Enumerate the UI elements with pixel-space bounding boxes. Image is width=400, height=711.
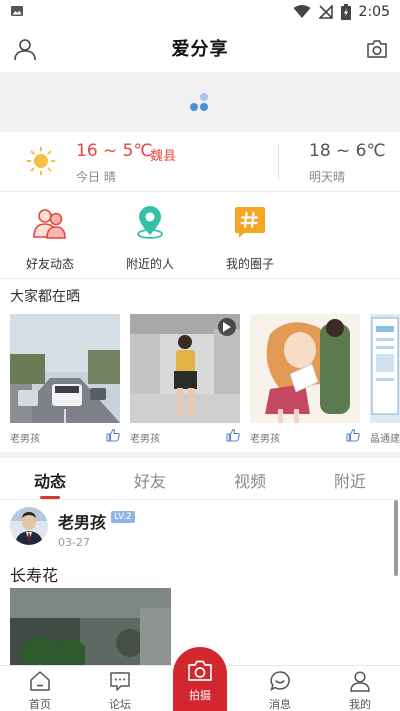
camera-button[interactable] <box>364 36 390 62</box>
sun-icon <box>26 146 56 176</box>
share-card[interactable]: 老男孩 <box>250 314 360 445</box>
message-icon <box>270 671 290 692</box>
page-title: 爱分享 <box>171 39 229 60</box>
today-temperature: 16 ~ 5℃ <box>76 141 153 161</box>
wifi-icon <box>293 5 311 19</box>
nav-label: 消息 <box>269 698 291 711</box>
nav-label: 我的 <box>349 698 371 711</box>
share-author: 老男孩 <box>250 434 280 445</box>
camera-icon <box>188 660 212 681</box>
post-image[interactable] <box>10 588 171 665</box>
thumbs-up-icon[interactable] <box>346 428 360 442</box>
friends-icon <box>33 209 66 239</box>
share-author: 老男孩 <box>130 434 160 445</box>
clock-time: 2:05 <box>358 4 390 20</box>
post-author[interactable]: 老男孩 <box>58 509 106 533</box>
image-icon <box>10 3 24 22</box>
quick-nav-label: 附近的人 <box>125 257 174 271</box>
banner-loading <box>0 72 400 132</box>
share-author: 老男孩 <box>10 434 40 445</box>
today-weather-desc: 今日 晴 <box>76 170 116 184</box>
nav-profile[interactable]: 我的 <box>320 670 400 711</box>
app-screen: 2:05 爱分享 16 ~ 5℃ 魏县 今日 晴 18 ~ 6℃ 明天晴 好友动… <box>0 0 400 711</box>
profile-icon <box>350 671 370 692</box>
share-thumbnail <box>130 314 240 423</box>
battery-charging-icon <box>340 4 351 20</box>
city-name[interactable]: 魏县 <box>150 145 176 164</box>
share-section: 大家都在晒 老男孩 老男孩 老男孩 晶通建 <box>0 280 400 452</box>
share-card[interactable]: 晶通建 <box>370 314 400 445</box>
location-pin-icon <box>137 206 163 239</box>
nav-label: 拍摄 <box>189 689 211 702</box>
app-header: 爱分享 <box>0 24 400 72</box>
quick-nav-my-circles[interactable]: 我的圈子 <box>205 205 295 272</box>
post-title: 长寿花 <box>10 566 59 585</box>
user-button[interactable] <box>12 36 38 62</box>
scrollbar[interactable] <box>394 500 398 576</box>
share-card[interactable]: 老男孩 <box>130 314 240 445</box>
tab-videos[interactable]: 视频 <box>200 468 300 492</box>
thumbs-up-icon[interactable] <box>226 428 240 442</box>
weather-panel: 16 ~ 5℃ 魏县 今日 晴 18 ~ 6℃ 明天晴 <box>0 132 400 192</box>
tomorrow-weather-desc: 明天晴 <box>309 170 346 184</box>
status-bar: 2:05 <box>0 0 400 24</box>
play-icon[interactable] <box>218 318 236 336</box>
tomorrow-temperature: 18 ~ 6℃ <box>309 141 386 161</box>
share-thumbnail <box>10 314 120 423</box>
user-icon <box>14 39 36 61</box>
nav-home[interactable]: 首页 <box>0 670 80 711</box>
tab-nearby[interactable]: 附近 <box>300 468 400 492</box>
loading-spinner <box>188 90 212 114</box>
home-icon <box>30 671 50 691</box>
feed-tabs: 动态 好友 视频 附近 <box>0 458 400 500</box>
thumbs-up-icon[interactable] <box>106 428 120 442</box>
avatar[interactable] <box>10 507 48 545</box>
weather-divider <box>278 144 279 180</box>
level-badge: LV.2 <box>111 511 135 523</box>
quick-nav-nearby-people[interactable]: 附近的人 <box>105 205 195 272</box>
quick-nav-label: 我的圈子 <box>225 257 274 271</box>
nav-label: 论坛 <box>109 698 131 711</box>
feed-post[interactable]: 老男孩 LV.2 03-27 长寿花 <box>0 500 392 665</box>
capture-button[interactable]: 拍摄 <box>173 647 227 711</box>
nav-forum[interactable]: 论坛 <box>80 670 160 711</box>
quick-nav: 好友动态 附近的人 我的圈子 <box>0 193 400 279</box>
camera-icon <box>367 40 387 58</box>
quick-nav-friends-feed[interactable]: 好友动态 <box>5 205 95 272</box>
section-title: 大家都在晒 <box>10 289 80 305</box>
hashtag-icon <box>235 207 265 238</box>
quick-nav-label: 好友动态 <box>25 257 74 271</box>
nav-messages[interactable]: 消息 <box>240 670 320 711</box>
active-tab-indicator <box>40 496 60 499</box>
share-author: 晶通建 <box>370 434 400 445</box>
nav-label: 首页 <box>29 698 51 711</box>
share-thumbnail <box>370 314 400 423</box>
no-sim-icon <box>318 5 333 19</box>
share-card[interactable]: 老男孩 <box>10 314 120 445</box>
tab-friends[interactable]: 好友 <box>100 468 200 492</box>
post-date: 03-27 <box>58 536 90 549</box>
tab-dynamics[interactable]: 动态 <box>0 468 100 492</box>
share-thumbnail <box>250 314 360 423</box>
forum-icon <box>110 672 130 691</box>
